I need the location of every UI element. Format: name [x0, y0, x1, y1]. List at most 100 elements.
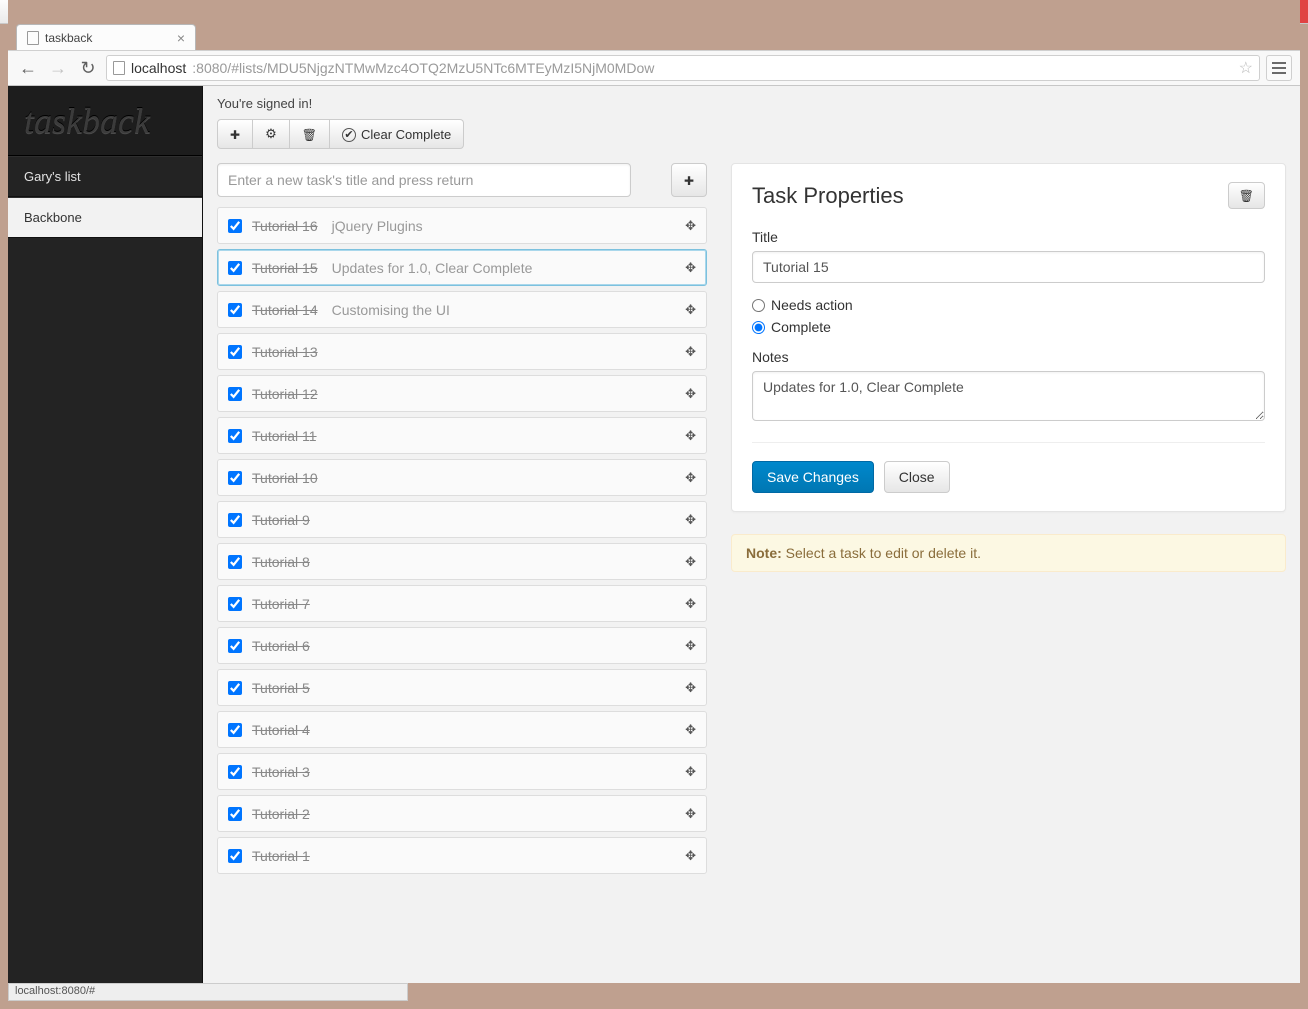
- move-icon[interactable]: [685, 469, 696, 486]
- bookmark-star-icon[interactable]: ☆: [1239, 58, 1253, 78]
- task-title: Tutorial 16: [252, 218, 318, 234]
- task-checkbox[interactable]: [228, 345, 242, 359]
- delete-list-button[interactable]: [290, 119, 330, 149]
- task-checkbox[interactable]: [228, 555, 242, 569]
- task-row[interactable]: Tutorial 13: [217, 333, 707, 370]
- task-row[interactable]: Tutorial 1: [217, 837, 707, 874]
- move-icon[interactable]: [685, 637, 696, 654]
- task-checkbox[interactable]: [228, 471, 242, 485]
- sidebar: taskback Gary's listBackbone: [8, 86, 203, 983]
- task-checkbox[interactable]: [228, 219, 242, 233]
- status-complete-label: Complete: [771, 319, 831, 335]
- sidebar-item[interactable]: Backbone: [8, 197, 202, 238]
- sidebar-item[interactable]: Gary's list: [8, 156, 202, 197]
- task-checkbox[interactable]: [228, 513, 242, 527]
- settings-button[interactable]: [253, 119, 290, 149]
- url-path: :8080/#lists/MDU5NjgzNTMwMzc4OTQ2MzU5NTc…: [192, 60, 654, 76]
- task-row[interactable]: Tutorial 8: [217, 543, 707, 580]
- trash-icon: [302, 127, 317, 142]
- forward-button[interactable]: →: [46, 56, 70, 80]
- status-complete-row[interactable]: Complete: [752, 319, 1265, 335]
- back-button[interactable]: ←: [16, 56, 40, 80]
- task-checkbox[interactable]: [228, 261, 242, 275]
- move-icon[interactable]: [685, 553, 696, 570]
- task-checkbox[interactable]: [228, 849, 242, 863]
- task-subtitle: Customising the UI: [332, 302, 450, 318]
- task-title: Tutorial 12: [252, 386, 318, 402]
- app-viewport: taskback Gary's listBackbone You're sign…: [8, 86, 1300, 983]
- task-row[interactable]: Tutorial 3: [217, 753, 707, 790]
- task-row[interactable]: Tutorial 7: [217, 585, 707, 622]
- task-row[interactable]: Tutorial 14Customising the UI: [217, 291, 707, 328]
- task-row[interactable]: Tutorial 2: [217, 795, 707, 832]
- move-icon[interactable]: [685, 595, 696, 612]
- task-row[interactable]: Tutorial 11: [217, 417, 707, 454]
- tab-close-button[interactable]: ×: [177, 30, 185, 46]
- task-checkbox[interactable]: [228, 639, 242, 653]
- add-list-button[interactable]: [217, 119, 253, 149]
- new-task-input[interactable]: [217, 163, 631, 197]
- title-input[interactable]: [752, 251, 1265, 283]
- task-checkbox[interactable]: [228, 387, 242, 401]
- close-button[interactable]: Close: [884, 461, 950, 493]
- move-icon[interactable]: [685, 217, 696, 234]
- status-needs-radio[interactable]: [752, 299, 765, 312]
- task-checkbox[interactable]: [228, 429, 242, 443]
- task-title: Tutorial 2: [252, 806, 310, 822]
- task-checkbox[interactable]: [228, 303, 242, 317]
- status-needs-action-row[interactable]: Needs action: [752, 297, 1265, 313]
- task-title: Tutorial 15: [252, 260, 318, 276]
- task-row[interactable]: Tutorial 5: [217, 669, 707, 706]
- move-icon[interactable]: [685, 343, 696, 360]
- browser-tab[interactable]: taskback ×: [16, 24, 196, 50]
- chrome-menu-button[interactable]: [1266, 55, 1292, 81]
- move-icon[interactable]: [685, 679, 696, 696]
- task-row[interactable]: Tutorial 12: [217, 375, 707, 412]
- list-toolbar: Clear Complete: [217, 119, 464, 149]
- url-bar[interactable]: localhost :8080/#lists/MDU5NjgzNTMwMzc4OT…: [106, 55, 1260, 81]
- move-icon[interactable]: [685, 763, 696, 780]
- divider: [752, 442, 1265, 443]
- reload-button[interactable]: ↻: [76, 56, 100, 80]
- notes-label: Notes: [752, 349, 1265, 365]
- tab-title: taskback: [45, 31, 92, 45]
- task-properties-panel: Task Properties Title Needs action Compl…: [731, 163, 1286, 512]
- move-icon[interactable]: [685, 385, 696, 402]
- task-title: Tutorial 10: [252, 470, 318, 486]
- move-icon[interactable]: [685, 259, 696, 276]
- clear-complete-label: Clear Complete: [361, 127, 451, 142]
- move-icon[interactable]: [685, 847, 696, 864]
- task-subtitle: Updates for 1.0, Clear Complete: [332, 260, 533, 276]
- notes-textarea[interactable]: [752, 371, 1265, 421]
- task-title: Tutorial 5: [252, 680, 310, 696]
- delete-task-button[interactable]: [1228, 182, 1265, 209]
- file-icon: [27, 31, 39, 45]
- save-button[interactable]: Save Changes: [752, 461, 874, 493]
- task-row[interactable]: Tutorial 15 Updates for 1.0, Clear Comple…: [217, 249, 707, 286]
- task-checkbox[interactable]: [228, 765, 242, 779]
- task-list: Tutorial 16jQuery Plugins Tutorial 15 Upda…: [217, 207, 707, 874]
- task-checkbox[interactable]: [228, 597, 242, 611]
- task-checkbox[interactable]: [228, 723, 242, 737]
- url-host: localhost: [131, 60, 186, 76]
- task-title: Tutorial 13: [252, 344, 318, 360]
- properties-heading: Task Properties: [752, 183, 904, 209]
- move-icon[interactable]: [685, 805, 696, 822]
- move-icon[interactable]: [685, 427, 696, 444]
- task-row[interactable]: Tutorial 6: [217, 627, 707, 664]
- task-row[interactable]: Tutorial 4: [217, 711, 707, 748]
- task-checkbox[interactable]: [228, 807, 242, 821]
- add-task-button[interactable]: [671, 163, 707, 197]
- task-row[interactable]: Tutorial 16jQuery Plugins: [217, 207, 707, 244]
- task-row[interactable]: Tutorial 10: [217, 459, 707, 496]
- status-complete-radio[interactable]: [752, 321, 765, 334]
- task-title: Tutorial 4: [252, 722, 310, 738]
- move-icon[interactable]: [685, 721, 696, 738]
- task-title: Tutorial 9: [252, 512, 310, 528]
- move-icon[interactable]: [685, 301, 696, 318]
- move-icon[interactable]: [685, 511, 696, 528]
- task-row[interactable]: Tutorial 9: [217, 501, 707, 538]
- clear-complete-button[interactable]: Clear Complete: [330, 119, 464, 149]
- task-checkbox[interactable]: [228, 681, 242, 695]
- app-logo: taskback: [8, 86, 202, 156]
